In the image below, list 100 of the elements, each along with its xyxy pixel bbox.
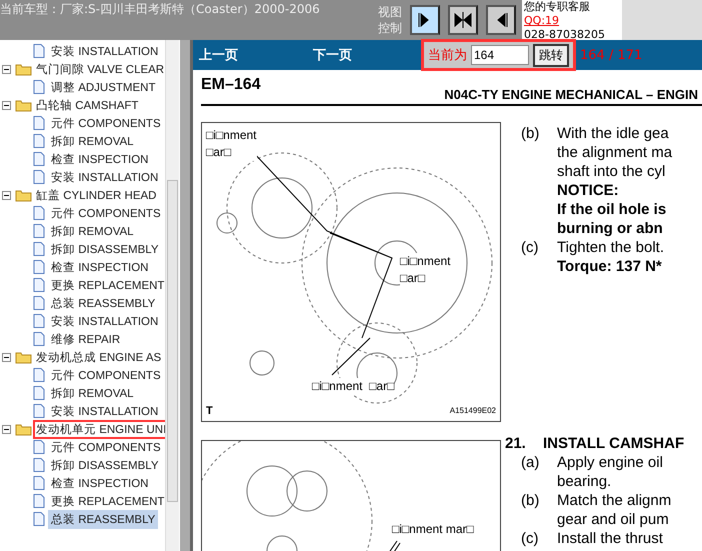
document-icon (33, 332, 45, 346)
document-icon (33, 224, 45, 238)
notice-text: If the oil hole is (557, 200, 668, 219)
next-page-link[interactable]: 下一页 (313, 46, 421, 64)
tree-item[interactable]: 发动机单元 ENGINE UNI (33, 420, 165, 438)
tree-item[interactable]: 安装 INSTALLATION (48, 402, 162, 420)
collapse-toggle[interactable] (2, 100, 11, 110)
step-number: 21. (505, 434, 527, 453)
document-icon (33, 386, 45, 400)
collapse-toggle[interactable] (2, 352, 11, 362)
page-id: EM–164 (201, 76, 261, 94)
folder-icon (15, 422, 32, 436)
figure-label: □i□nment □ar□ (400, 253, 451, 287)
figure-code: A151499E02 (450, 406, 496, 415)
step-text: bearing. (557, 472, 612, 491)
notice-text: Torque: 137 N* (557, 257, 663, 276)
tree-item[interactable]: 元件 COMPONENTS (48, 114, 164, 132)
tree-item[interactable]: 更换 REPLACEMENT (48, 492, 165, 510)
tree-item[interactable]: 拆卸 REMOVAL (48, 384, 137, 402)
step-label: (c) (521, 529, 540, 548)
document-icon (33, 404, 45, 418)
tree-item[interactable]: 缸盖 CYLINDER HEAD (33, 186, 160, 204)
tree-item[interactable]: 更换 REPLACEMENT (48, 276, 165, 294)
tree-item[interactable]: 安装 INSTALLATION (48, 312, 162, 330)
tree-item[interactable]: 检查 INSPECTION (48, 474, 152, 492)
collapse-toggle[interactable] (2, 190, 11, 200)
document-icon (33, 440, 45, 454)
tree-item[interactable]: 维修 REPAIR (48, 330, 124, 348)
vehicle-model-title: 当前车型：厂家:S-四川丰田考斯特（Coaster）2000-2006 (0, 0, 321, 18)
notice-text: burning or abn (557, 219, 664, 238)
document-icon (33, 494, 45, 508)
document-icon (33, 512, 45, 526)
tree-item[interactable]: 发动机总成 ENGINE AS (33, 348, 164, 366)
tree-item[interactable]: 安装 INSTALLATION (48, 168, 162, 186)
document-icon (33, 260, 45, 274)
scrollbar[interactable] (165, 40, 179, 551)
tree-item[interactable]: 气门间隙 VALVE CLEAR (33, 60, 165, 78)
step-text: Tighten the bolt. (557, 238, 664, 257)
step-label: (b) (521, 491, 540, 511)
collapse-toggle[interactable] (2, 424, 11, 434)
document-icon (33, 44, 45, 58)
section-title: N04C-TY ENGINE MECHANICAL – ENGIN (444, 87, 699, 102)
tree-item[interactable]: 拆卸 REMOVAL (48, 222, 137, 240)
document-icon (33, 134, 45, 148)
tree-item[interactable]: 检查 INSPECTION (48, 150, 152, 168)
phone-number: 028-87038205 (524, 28, 605, 41)
document-icon (33, 170, 45, 184)
document-icon (33, 458, 45, 472)
qq-link[interactable]: QQ:19 (524, 14, 560, 27)
page-count: 164 / 171 (580, 48, 642, 62)
figure-label: □i□nment □ar□ (312, 378, 394, 395)
jump-button[interactable]: 跳转 (533, 44, 569, 66)
tree-item[interactable]: 安装 INSTALLATION (48, 42, 162, 60)
step-label: (a) (521, 453, 540, 473)
tree-item[interactable]: 元件 COMPONENTS (48, 366, 164, 384)
current-page-label: 当前为 (428, 47, 467, 64)
notice-text: NOTICE: (557, 181, 620, 200)
document-icon (33, 116, 45, 130)
document-icon (33, 296, 45, 310)
tree-item[interactable]: 调整 ADJUSTMENT (48, 78, 158, 96)
step-text: shaft into the cyl (557, 162, 666, 181)
tree-item[interactable]: 总装 REASSEMBLY (48, 510, 158, 528)
tree-item[interactable]: 拆卸 DISASSEMBLY (48, 456, 162, 474)
document-icon (33, 80, 45, 94)
document-icon (33, 476, 45, 490)
folder-icon (15, 188, 32, 202)
step-text: gear and oil pum (557, 510, 670, 529)
folder-icon (15, 98, 32, 112)
document-icon (33, 278, 45, 292)
page-number-field[interactable]: 164 (471, 45, 529, 65)
tree-item[interactable]: 拆卸 REMOVAL (48, 132, 137, 150)
document-icon (33, 242, 45, 256)
step-text: the alignment ma (557, 143, 672, 162)
view-button[interactable] (486, 5, 516, 35)
tree-item[interactable]: 凸轮轴 CAMSHAFT (33, 96, 142, 114)
view-button[interactable] (410, 5, 440, 35)
document-icon (33, 368, 45, 382)
figure-label: □i□nment □ar□ (206, 127, 257, 161)
folder-icon (15, 350, 32, 364)
step-text: Install the thrust (557, 529, 663, 548)
view-control-label: 视图控制 (378, 4, 402, 36)
tree-item[interactable]: 元件 COMPONENTS (48, 438, 164, 456)
folder-icon (15, 62, 32, 76)
step-text: With the idle gea (557, 124, 670, 143)
service-label: 您的专职客服 (524, 0, 590, 13)
tree-item[interactable]: 总装 REASSEMBLY (48, 294, 158, 312)
tree-item[interactable]: 检查 INSPECTION (48, 258, 152, 276)
step-label: (c) (521, 238, 540, 257)
tree-item[interactable]: 拆卸 DISASSEMBLY (48, 240, 162, 258)
document-icon (33, 314, 45, 328)
converge-arrows-icon (453, 9, 473, 31)
view-button[interactable] (448, 5, 478, 35)
step-text: Match the alignm (557, 491, 672, 510)
step-text: Apply engine oil (557, 453, 663, 472)
step-heading: INSTALL CAMSHAF (543, 434, 684, 453)
previous-page-link[interactable]: 上一页 (199, 46, 307, 64)
collapse-toggle[interactable] (2, 64, 11, 74)
step-label: (b) (521, 124, 540, 144)
tree-item[interactable]: 元件 COMPONENTS (48, 204, 164, 222)
document-icon (33, 152, 45, 166)
